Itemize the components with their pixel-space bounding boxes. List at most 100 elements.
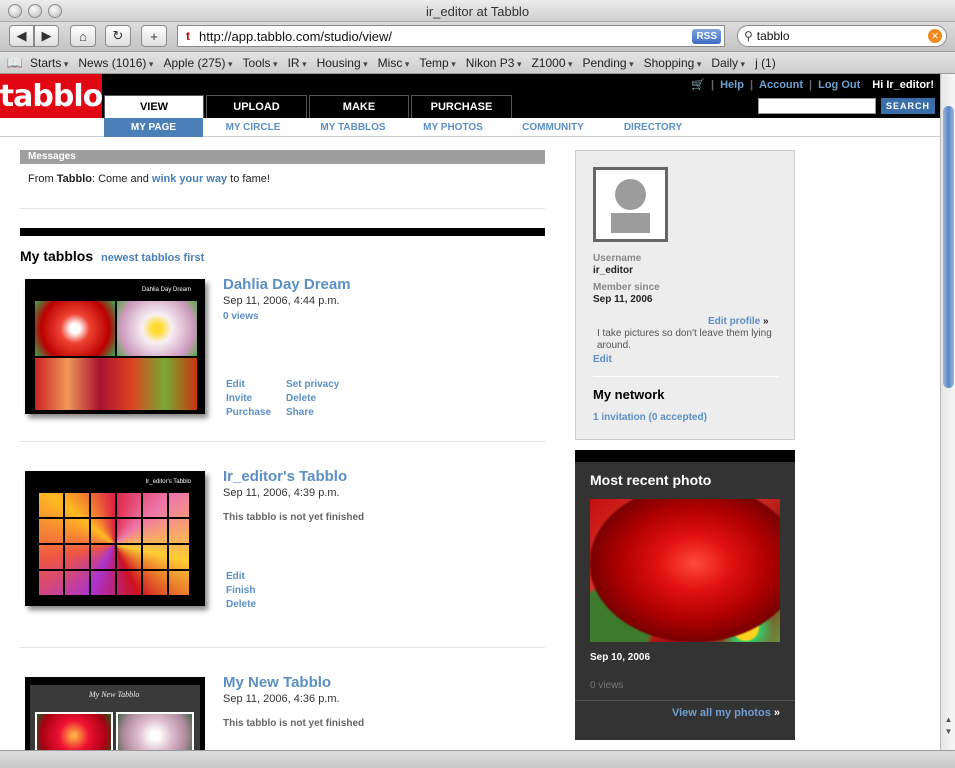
bookmark-misc[interactable]: Misc [378, 56, 410, 70]
address-bar[interactable]: t http://app.tabblo.com/studio/view/ RSS [177, 25, 725, 47]
logout-link[interactable]: Log Out [818, 79, 860, 91]
purchase-link[interactable]: Purchase [226, 407, 271, 418]
profile-bio: I take pictures so don't leave them lyin… [597, 328, 772, 351]
bookmark-shopping[interactable]: Shopping [644, 56, 702, 70]
dahlia-photo [116, 712, 194, 750]
bookmarks-book-icon[interactable]: 📖 [0, 55, 30, 71]
avatar-head-icon [615, 179, 646, 210]
tabblo-favicon-icon: t [186, 29, 190, 43]
window-title: ir_editor at Tabblo [425, 4, 530, 19]
chevron-right-icon: » [763, 316, 769, 327]
bookmark-tools[interactable]: Tools [243, 56, 278, 70]
edit-tabblo-link[interactable]: Edit [226, 571, 245, 582]
bookmark-pending[interactable]: Pending [583, 56, 634, 70]
delete-tabblo-link[interactable]: Delete [286, 393, 316, 404]
my-tabblos-heading: My tabblos newest tabblos first [20, 248, 205, 264]
tabblo-title-link[interactable]: My New Tabblo [223, 674, 331, 691]
recent-photo-image[interactable] [590, 499, 780, 642]
tab-make[interactable]: MAKE [309, 95, 409, 118]
site-search-button[interactable]: SEARCH [881, 98, 935, 114]
add-bookmark-button[interactable]: + [141, 25, 167, 47]
profile-panel: Username ir_editor Member since Sep 11, … [575, 150, 795, 440]
tab-view[interactable]: VIEW [104, 95, 204, 118]
bookmark-nikon-p3[interactable]: Nikon P3 [466, 56, 522, 70]
tabblo-date: Sep 11, 2006, 4:39 p.m. [223, 487, 340, 499]
scroll-arrows-icon[interactable]: ▲ ▼ [943, 714, 954, 738]
vertical-scrollbar[interactable]: ▲ ▼ [940, 74, 955, 750]
scrollbar-thumb[interactable] [943, 106, 954, 388]
message-item: From Tabblo: Come and wink your way to f… [28, 173, 270, 185]
bookmark-ir[interactable]: IR [288, 56, 307, 70]
site-search-input[interactable] [758, 98, 876, 114]
plus-icon: + [150, 28, 158, 44]
search-icon: ⚲ [744, 29, 753, 43]
username-label: Username [593, 253, 642, 264]
bookmark-starts[interactable]: Starts [30, 56, 68, 70]
clear-search-icon[interactable]: ✕ [928, 29, 942, 43]
message-sender: Tabblo [56, 173, 92, 185]
delete-tabblo-link[interactable]: Delete [226, 599, 256, 610]
avatar[interactable] [593, 167, 668, 242]
bookmark-j[interactable]: j (1) [755, 56, 776, 70]
edit-profile-link[interactable]: Edit profile » [708, 316, 769, 327]
tab-purchase[interactable]: PURCHASE [411, 95, 512, 118]
share-link[interactable]: Share [286, 407, 314, 418]
account-link[interactable]: Account [759, 79, 803, 91]
my-network-heading: My network [593, 387, 665, 402]
browser-search-value: tabblo [756, 29, 790, 43]
tabblo-thumbnail[interactable]: My New Tabblo [25, 677, 205, 750]
back-button[interactable]: ◀ [9, 25, 34, 47]
finish-tabblo-link[interactable]: Finish [226, 585, 255, 596]
subtab-directory[interactable]: DIRECTORY [605, 118, 701, 137]
tabblo-date: Sep 11, 2006, 4:36 p.m. [223, 693, 340, 705]
messages-header: Messages [20, 150, 545, 164]
subtab-my-photos[interactable]: MY PHOTOS [405, 118, 501, 137]
bookmark-daily[interactable]: Daily [711, 56, 745, 70]
sort-newest-link[interactable]: newest tabblos first [101, 252, 204, 264]
bookmark-housing[interactable]: Housing [317, 56, 368, 70]
subtab-community[interactable]: COMMUNITY [503, 118, 603, 137]
tabblo-thumbnail[interactable]: Dahlia Day Dream [25, 279, 205, 414]
tabblo-thumbnail[interactable]: Ir_editor's Tabblo [25, 471, 205, 606]
sub-navigation: MY PAGE MY CIRCLE MY TABBLOS MY PHOTOS C… [0, 118, 940, 137]
cart-icon[interactable]: 🛒 [691, 78, 705, 91]
subtab-my-circle[interactable]: MY CIRCLE [205, 118, 301, 137]
bookmark-apple[interactable]: Apple (275) [163, 56, 232, 70]
tabblo-title-link[interactable]: Dahlia Day Dream [223, 276, 351, 293]
divider [575, 700, 795, 701]
recent-photo-heading: Most recent photo [590, 472, 712, 488]
subtab-my-tabblos[interactable]: MY TABBLOS [303, 118, 403, 137]
edit-tabblo-link[interactable]: Edit [226, 379, 245, 390]
tabblo-unfinished-note: This tabblo is not yet finished [223, 512, 365, 523]
reload-button[interactable]: ↻ [105, 25, 131, 47]
status-bar [0, 750, 955, 768]
view-all-photos-link[interactable]: View all my photos » [672, 707, 780, 719]
bookmark-news[interactable]: News (1016) [78, 56, 153, 70]
bookmark-temp[interactable]: Temp [419, 56, 455, 70]
home-icon: ⌂ [79, 28, 87, 44]
recent-photo-date: Sep 10, 2006 [590, 652, 651, 663]
tabblo-views: 0 views [223, 311, 259, 322]
greeting-text: Hi Ir_editor! [872, 78, 934, 91]
home-button[interactable]: ⌂ [70, 25, 96, 47]
set-privacy-link[interactable]: Set privacy [286, 379, 339, 390]
tab-upload[interactable]: UPLOAD [206, 95, 307, 118]
tabblo-title-link[interactable]: Ir_editor's Tabblo [223, 468, 347, 485]
rss-button[interactable]: RSS [692, 28, 721, 44]
wink-your-way-link[interactable]: wink your way [152, 173, 227, 185]
bookmark-z1000[interactable]: Z1000 [531, 56, 572, 70]
help-link[interactable]: Help [720, 79, 744, 91]
dahlia-photo [117, 301, 197, 356]
section-rule [20, 228, 545, 236]
account-links: 🛒 | Help | Account | Log Out Hi Ir_edito… [691, 78, 934, 92]
invite-link[interactable]: Invite [226, 393, 252, 404]
invitations-link[interactable]: 1 invitation (0 accepted) [593, 412, 707, 423]
username-value: ir_editor [593, 265, 634, 276]
browser-search-field[interactable]: ⚲ tabblo ✕ [737, 25, 947, 47]
tabblo-logo[interactable]: tabblo [0, 74, 103, 118]
back-arrow-icon: ◀ [16, 28, 27, 43]
forward-button[interactable]: ▶ [34, 25, 59, 47]
edit-bio-link[interactable]: Edit [593, 354, 612, 365]
subtab-my-page[interactable]: MY PAGE [104, 118, 203, 137]
avatar-body-icon [611, 213, 650, 233]
